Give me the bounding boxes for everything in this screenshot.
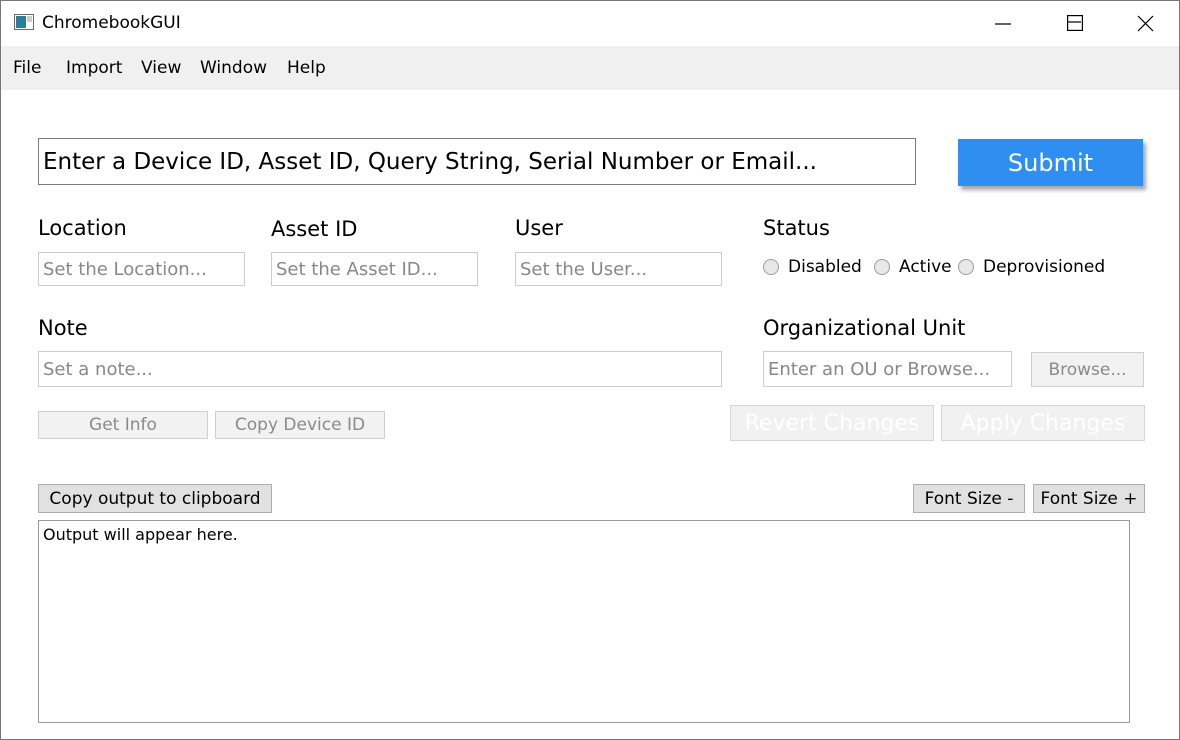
- apply-changes-button[interactable]: Apply Changes: [941, 405, 1145, 441]
- minimize-icon: [994, 18, 1012, 37]
- search-input[interactable]: [38, 138, 916, 185]
- status-active-radio[interactable]: Active: [874, 257, 952, 277]
- org-unit-input[interactable]: [763, 351, 1012, 387]
- note-input[interactable]: [38, 351, 722, 387]
- copy-output-button[interactable]: Copy output to clipboard: [38, 484, 272, 513]
- output-text: Output will appear here.: [43, 525, 238, 544]
- get-info-button[interactable]: Get Info: [38, 411, 208, 439]
- status-option-label: Active: [899, 257, 952, 277]
- output-textarea[interactable]: Output will appear here.: [38, 520, 1130, 723]
- app-icon: [14, 14, 34, 30]
- note-label: Note: [38, 316, 88, 340]
- status-option-label: Deprovisioned: [983, 257, 1106, 277]
- menu-view[interactable]: View: [141, 58, 181, 78]
- copy-device-id-button[interactable]: Copy Device ID: [215, 411, 385, 439]
- location-input[interactable]: [38, 252, 245, 286]
- radio-circle-icon: [958, 259, 974, 275]
- submit-button[interactable]: Submit: [958, 139, 1143, 186]
- maximize-control[interactable]: [1067, 15, 1084, 35]
- org-unit-label: Organizational Unit: [763, 316, 966, 340]
- maximize-icon: [1067, 15, 1084, 35]
- user-input[interactable]: [515, 252, 722, 286]
- font-size-plus-button[interactable]: Font Size +: [1033, 484, 1145, 513]
- location-label: Location: [38, 216, 127, 240]
- menu-window[interactable]: Window: [200, 58, 267, 78]
- menu-bar: File Import View Window Help: [1, 46, 1179, 90]
- close-control[interactable]: [1137, 15, 1154, 36]
- radio-circle-icon: [874, 259, 890, 275]
- window-title: ChromebookGUI: [42, 13, 181, 33]
- menu-import[interactable]: Import: [66, 58, 122, 78]
- browse-button[interactable]: Browse...: [1031, 352, 1144, 387]
- revert-changes-button[interactable]: Revert Changes: [730, 405, 934, 441]
- status-option-label: Disabled: [788, 257, 862, 277]
- status-disabled-radio[interactable]: Disabled: [763, 257, 862, 277]
- menu-help[interactable]: Help: [287, 58, 326, 78]
- minimize-control[interactable]: [994, 15, 1012, 37]
- menu-file[interactable]: File: [13, 58, 41, 78]
- status-deprovisioned-radio[interactable]: Deprovisioned: [958, 257, 1105, 277]
- asset-id-input[interactable]: [271, 252, 478, 286]
- status-label: Status: [763, 216, 830, 240]
- font-size-minus-button[interactable]: Font Size -: [913, 484, 1025, 513]
- close-icon: [1137, 15, 1154, 36]
- app-window: ChromebookGUI File Import View Window He…: [0, 0, 1180, 740]
- user-label: User: [515, 216, 563, 240]
- asset-id-label: Asset ID: [271, 217, 358, 241]
- radio-circle-icon: [763, 259, 779, 275]
